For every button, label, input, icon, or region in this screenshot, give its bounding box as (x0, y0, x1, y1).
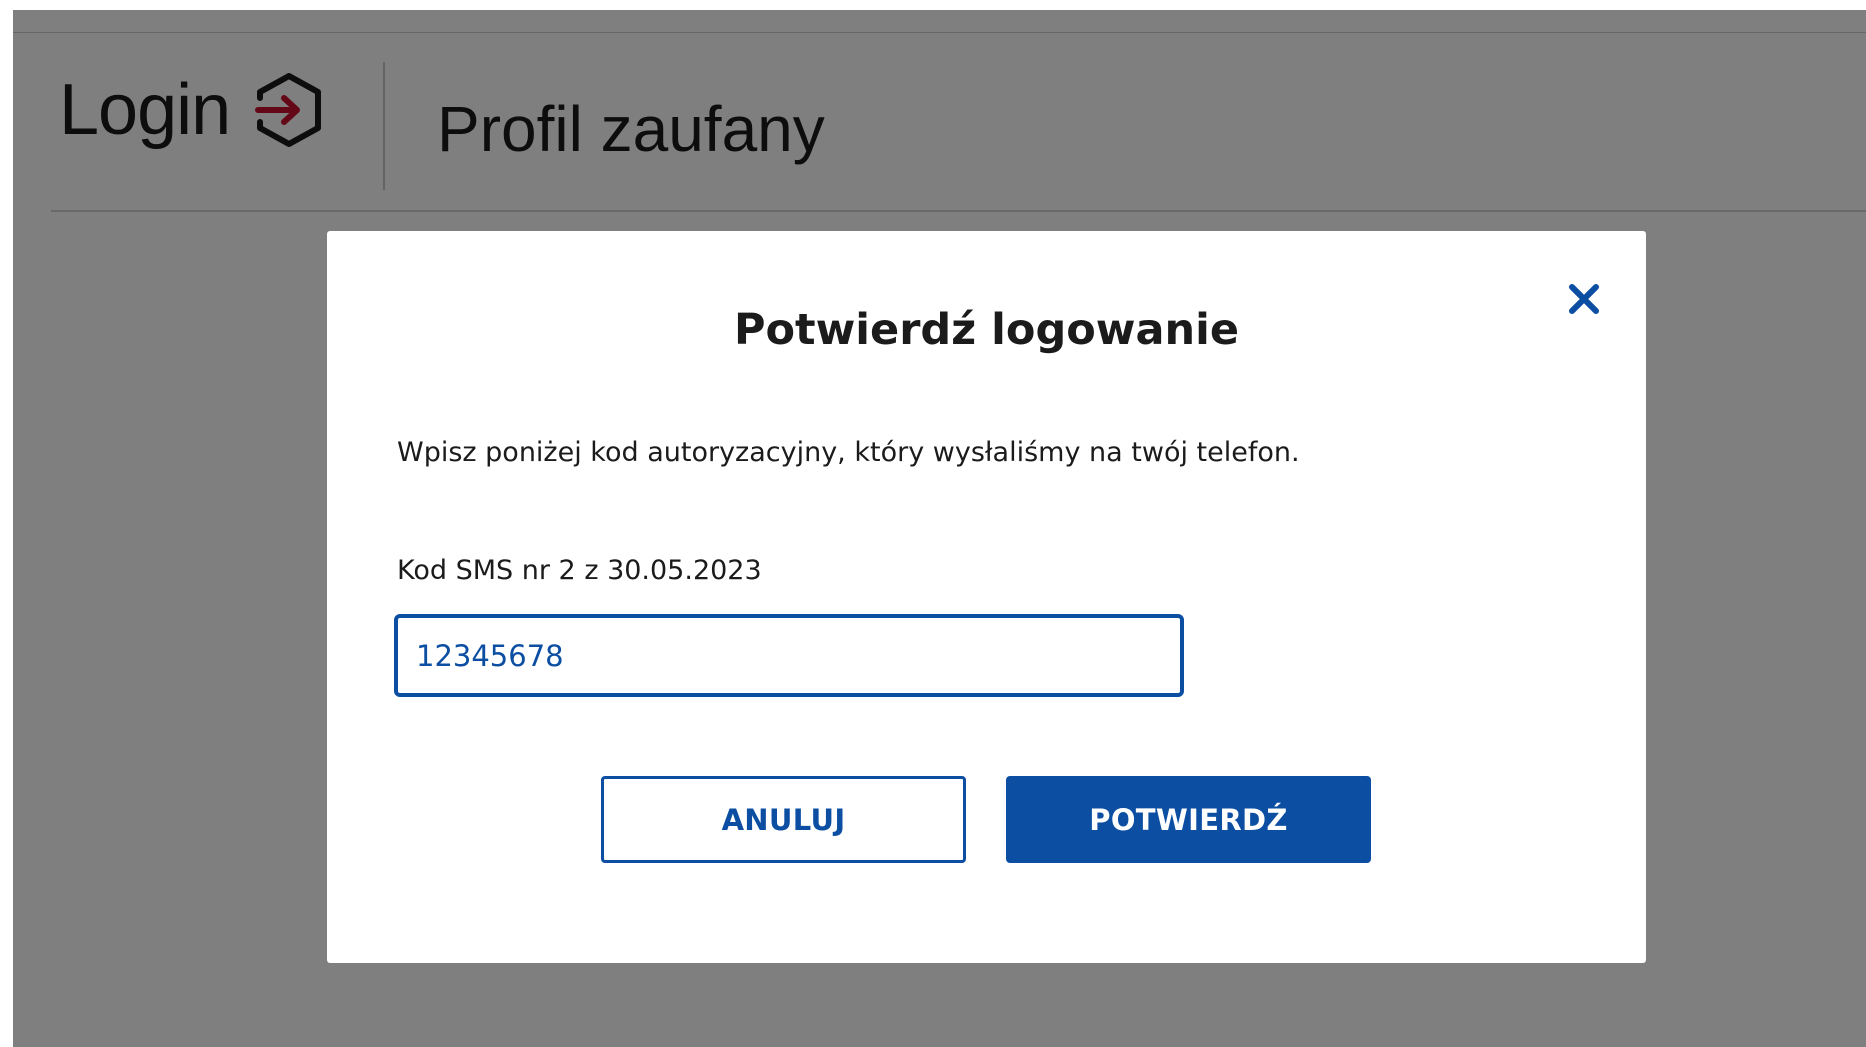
confirm-login-dialog: Potwierdź logowanie Wpisz poniżej kod au… (327, 231, 1646, 963)
dialog-title: Potwierdź logowanie (733, 305, 1240, 355)
confirm-button[interactable]: POTWIERDŹ (1006, 776, 1371, 863)
dialog-description: Wpisz poniżej kod autoryzacyjny, który w… (397, 437, 1300, 468)
sms-code-label: Kod SMS nr 2 z 30.05.2023 (397, 555, 762, 586)
cancel-button[interactable]: ANULUJ (601, 776, 966, 863)
sms-code-input[interactable] (394, 614, 1184, 697)
screen: Login Profil zaufany Potwierdź logowanie… (0, 0, 1866, 1047)
